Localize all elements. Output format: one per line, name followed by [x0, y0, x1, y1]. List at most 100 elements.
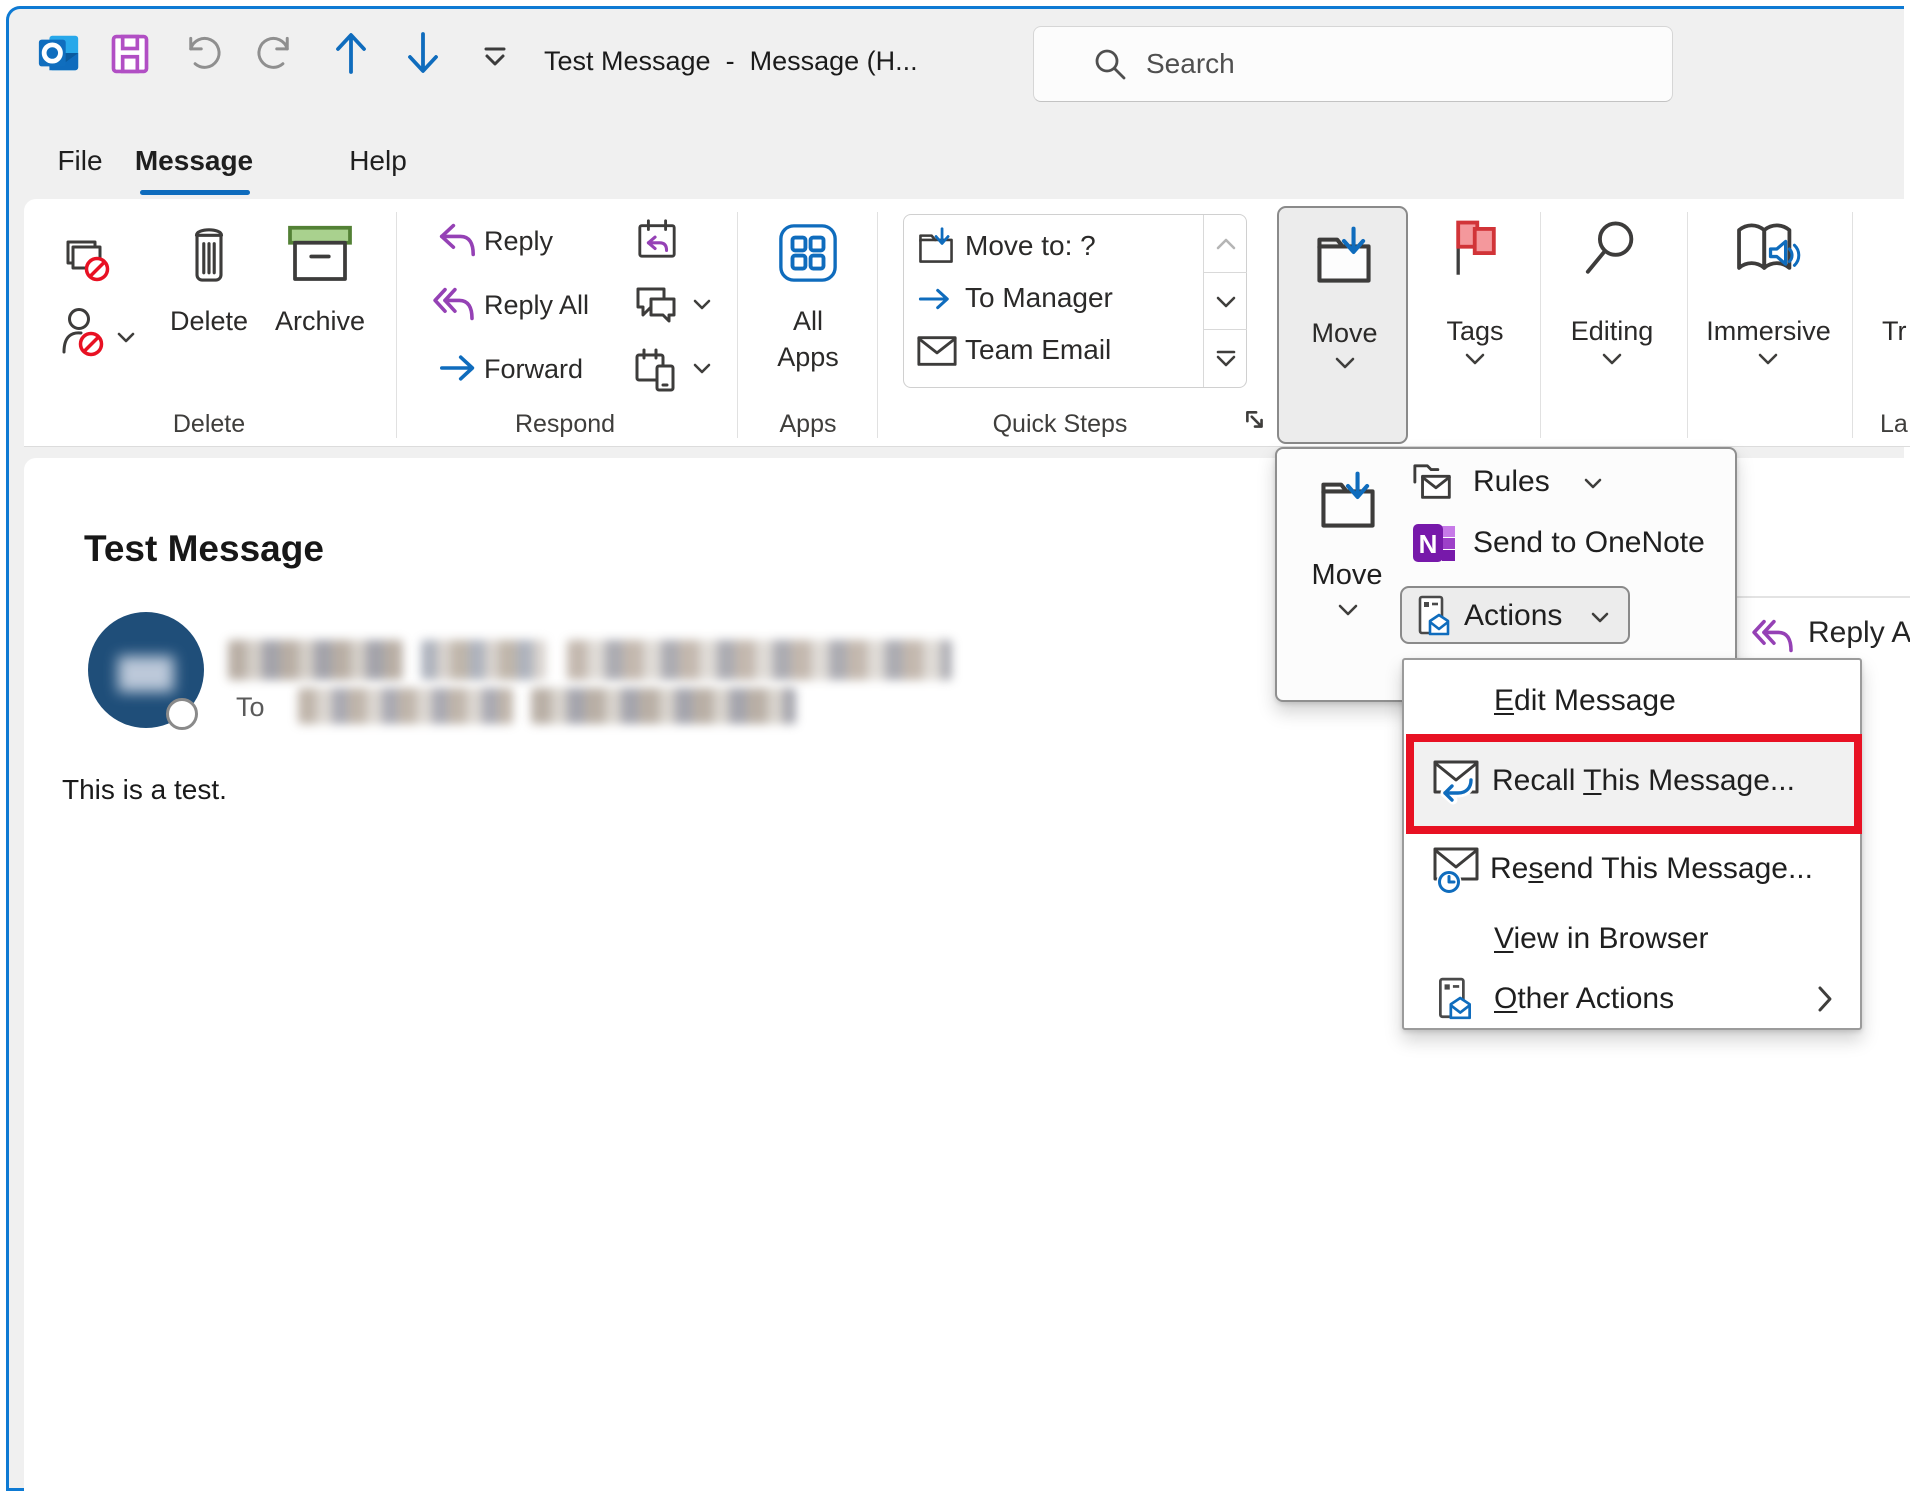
- move-folder-icon: [1311, 226, 1377, 286]
- to-label: To: [236, 692, 282, 726]
- onenote-icon: N: [1411, 519, 1459, 567]
- tab-file[interactable]: File: [50, 138, 110, 184]
- save-button[interactable]: [108, 32, 152, 76]
- move-menu-move-button[interactable]: Move: [1287, 457, 1407, 647]
- quick-step-to-manager[interactable]: To Manager: [904, 272, 1203, 324]
- avatar[interactable]: [88, 612, 204, 728]
- quick-step-label: Move to: ?: [965, 230, 1195, 262]
- flag-icon: [1448, 216, 1504, 280]
- gallery-scroll-down-button[interactable]: [1204, 272, 1247, 330]
- group-label-respond: Respond: [500, 410, 630, 440]
- search-box[interactable]: [1033, 26, 1673, 102]
- reply-all-partial-icon[interactable]: [1750, 618, 1796, 654]
- menu-item-edit-message[interactable]: Edit Message: [1408, 678, 1858, 728]
- quick-step-team-email[interactable]: Team Email: [904, 324, 1203, 376]
- reply-with-im-button[interactable]: [634, 284, 678, 326]
- tab-help[interactable]: Help: [340, 138, 416, 184]
- sender-name-blurred: [228, 640, 958, 680]
- ribbon-separator: [1852, 212, 1853, 438]
- group-label-apps: Apps: [758, 410, 858, 440]
- block-sender-button[interactable]: [60, 306, 106, 364]
- translate-button-partial[interactable]: Tr: [1882, 316, 1910, 348]
- quick-step-label: Team Email: [965, 334, 1195, 366]
- actions-menu-button[interactable]: Actions: [1400, 586, 1630, 644]
- reply-with-poll-button[interactable]: [634, 348, 678, 392]
- send-to-onenote-menu-item[interactable]: N Send to OneNote: [1405, 515, 1731, 571]
- actions-icon: [1414, 594, 1454, 638]
- rules-menu-item[interactable]: Rules: [1405, 457, 1731, 511]
- delete-button-label: Delete: [154, 306, 264, 340]
- menu-item-view-in-browser[interactable]: View in Browser: [1408, 916, 1858, 966]
- recall-annotation-box: [1406, 734, 1862, 834]
- move-button-label: Move: [1279, 318, 1410, 350]
- rules-icon: [1411, 461, 1457, 505]
- quick-steps-gallery: Move to: ? To Manager Team Email: [903, 214, 1247, 388]
- move-to-folder-icon: [917, 227, 955, 265]
- move-button[interactable]: Move: [1277, 206, 1408, 444]
- immersive-reader-icon: [1734, 220, 1802, 278]
- scroll-up-icon: [1215, 237, 1237, 251]
- reply-with-poll-chevron-icon[interactable]: [692, 362, 712, 376]
- tab-message[interactable]: Message: [134, 138, 254, 184]
- ignore-button[interactable]: [64, 238, 110, 282]
- tags-chevron-icon: [1464, 352, 1486, 367]
- redo-button[interactable]: [254, 34, 296, 76]
- reply-with-meeting-button[interactable]: [636, 218, 678, 260]
- message-body: This is a test.: [62, 774, 562, 814]
- next-item-button[interactable]: [400, 28, 446, 78]
- outlook-logo-icon: [36, 30, 82, 76]
- presence-badge: [166, 698, 198, 730]
- all-apps-icon: [777, 222, 839, 284]
- header-divider: [1737, 596, 1910, 598]
- edit-message-label: Edit Message: [1494, 684, 1676, 718]
- titlebar: Test Message - Message (H...: [9, 9, 1910, 110]
- other-actions-icon: [1434, 976, 1476, 1022]
- group-label-language-partial: La: [1880, 410, 1910, 440]
- search-input[interactable]: [1144, 41, 1628, 87]
- ribbon-separator: [396, 212, 397, 438]
- tags-button-label: Tags: [1420, 316, 1530, 348]
- rules-label: Rules: [1473, 465, 1550, 499]
- view-in-browser-label: View in Browser: [1494, 922, 1709, 956]
- resend-message-icon: [1432, 844, 1484, 896]
- group-label-quick-steps: Quick Steps: [985, 410, 1135, 440]
- to-manager-arrow-icon: [917, 283, 955, 315]
- active-tab-underline: [140, 190, 250, 195]
- archive-button-label: Archive: [265, 306, 375, 340]
- gallery-more-icon: [1215, 349, 1237, 369]
- actions-submenu: Edit Message Recall This Message... Re: [1402, 658, 1862, 1030]
- customize-toolbar-icon[interactable]: [482, 46, 508, 68]
- move-menu-move-label: Move: [1287, 559, 1407, 593]
- gallery-scroll-up-button[interactable]: [1204, 215, 1247, 272]
- actions-label: Actions: [1464, 599, 1562, 633]
- menu-item-other-actions[interactable]: Other Actions: [1408, 974, 1858, 1026]
- move-menu-move-chevron-icon: [1337, 603, 1359, 618]
- gallery-more-button[interactable]: [1204, 329, 1247, 388]
- block-sender-chevron-icon[interactable]: [116, 331, 136, 345]
- rules-chevron-icon: [1583, 477, 1603, 491]
- svg-text:N: N: [1419, 529, 1438, 559]
- quick-step-label: To Manager: [965, 282, 1195, 314]
- menu-item-resend[interactable]: Resend This Message...: [1408, 834, 1858, 908]
- all-apps-label-line2: Apps: [758, 342, 858, 374]
- recipient-blurred: [298, 688, 818, 724]
- trash-icon: [184, 222, 234, 284]
- ribbon-separator: [1540, 212, 1541, 438]
- forward-button-label: Forward: [484, 354, 624, 386]
- reply-all-partial-label[interactable]: Reply A: [1808, 616, 1910, 656]
- submenu-arrow-icon: [1816, 984, 1834, 1014]
- message-subject: Test Message: [84, 528, 784, 580]
- reply-button-label: Reply: [484, 226, 624, 258]
- quick-step-move-to[interactable]: Move to: ?: [904, 220, 1203, 272]
- editing-chevron-icon: [1601, 352, 1623, 367]
- reply-all-icon: [431, 286, 477, 322]
- previous-item-button[interactable]: [328, 28, 374, 78]
- all-apps-label-line1: All: [758, 306, 858, 338]
- reply-with-im-chevron-icon[interactable]: [692, 298, 712, 312]
- undo-button[interactable]: [182, 34, 224, 76]
- reply-all-button-label: Reply All: [484, 290, 644, 322]
- quick-steps-dialog-launcher[interactable]: [1243, 408, 1267, 432]
- search-icon: [1092, 46, 1128, 82]
- actions-chevron-icon: [1590, 611, 1610, 625]
- ribbon-separator: [877, 212, 878, 438]
